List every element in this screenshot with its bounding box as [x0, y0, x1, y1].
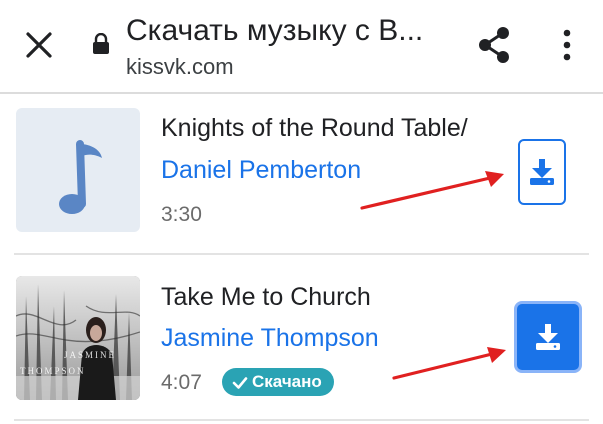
- row-divider: [14, 419, 589, 421]
- lock-icon: [93, 33, 109, 54]
- track-cover: [16, 108, 140, 232]
- album-cover-text: THOMPSON: [20, 366, 86, 376]
- download-button[interactable]: [514, 301, 582, 373]
- track-title: Take Me to Church: [161, 283, 371, 311]
- annotation-arrow: [392, 347, 506, 380]
- badge-label: Скачано: [252, 372, 322, 391]
- share-icon[interactable]: [476, 25, 512, 65]
- check-icon: [232, 377, 248, 389]
- annotation-arrow: [360, 171, 504, 210]
- track-duration: 3:30: [161, 203, 202, 226]
- album-photo: JASMINE THOMPSON: [16, 276, 140, 400]
- close-icon[interactable]: [24, 30, 54, 60]
- downloaded-badge: Скачано: [222, 368, 334, 396]
- row-divider: [14, 253, 589, 255]
- album-cover-photo: JASMINE THOMPSON: [16, 276, 140, 400]
- page-domain: kissvk.com: [126, 54, 234, 79]
- browser-toolbar: Скачать музыку с В... kissvk.com: [0, 0, 603, 94]
- more-vert-icon[interactable]: [556, 28, 578, 62]
- page-title: Скачать музыку с В...: [126, 14, 424, 47]
- track-duration: 4:07: [161, 371, 202, 394]
- track-item[interactable]: JASMINE THOMPSON Take Me to Church Jasmi…: [0, 258, 603, 418]
- music-note-icon: [59, 140, 102, 214]
- track-item[interactable]: Knights of the Round Table/ Daniel Pembe…: [0, 94, 603, 254]
- album-cover-text: JASMINE: [64, 350, 116, 360]
- download-icon: [536, 324, 560, 350]
- track-artist[interactable]: Jasmine Thompson: [161, 324, 379, 353]
- track-title: Knights of the Round Table/: [161, 114, 468, 142]
- track-artist[interactable]: Daniel Pemberton: [161, 156, 361, 185]
- download-button[interactable]: [518, 139, 566, 205]
- download-icon: [530, 159, 554, 185]
